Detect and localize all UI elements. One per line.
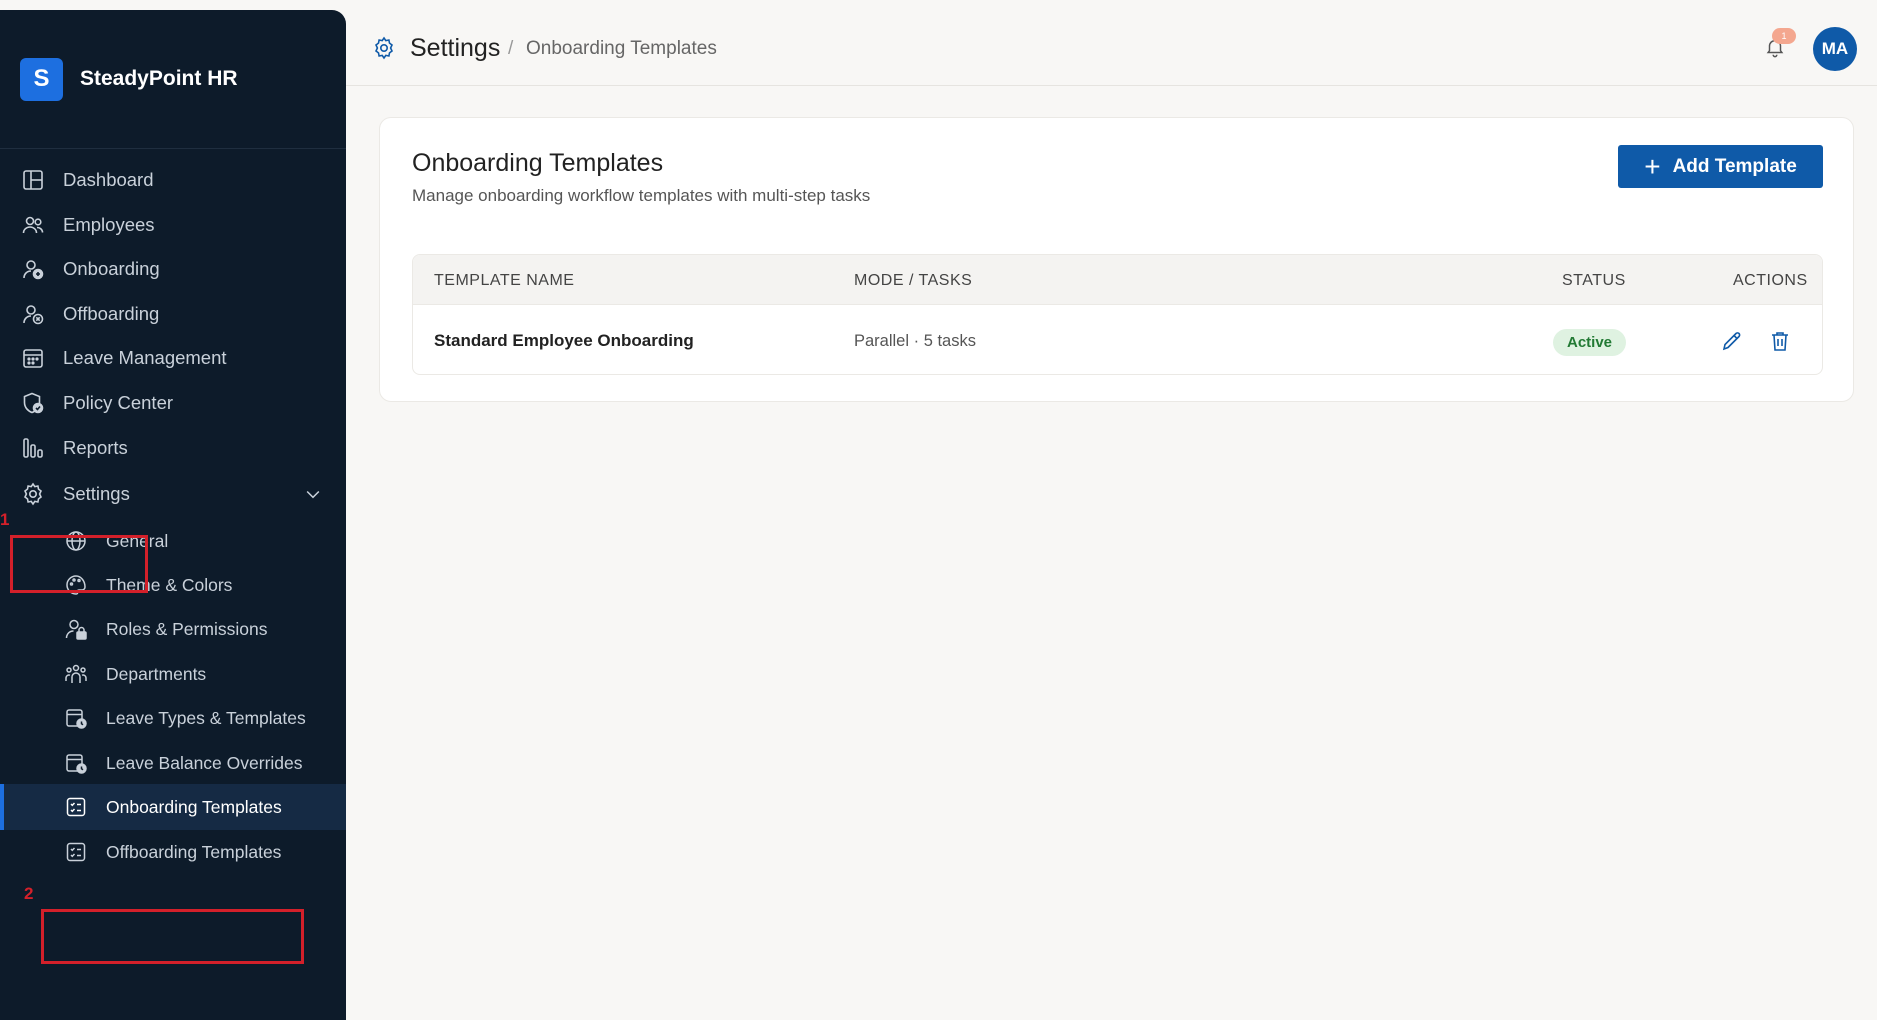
sidebar-subitem-departments[interactable]: Departments [0, 651, 346, 697]
annotation-box [41, 909, 304, 964]
shield-check-icon [21, 391, 45, 415]
sidebar-subitem-offboarding-templates[interactable]: Offboarding Templates [0, 829, 346, 875]
sidebar-item-label: Employees [63, 214, 155, 235]
sidebar-item-settings[interactable]: Settings [0, 471, 346, 517]
sidebar-item-employees[interactable]: Employees [0, 202, 346, 248]
sidebar-subitem-label: Offboarding Templates [106, 841, 282, 862]
edit-icon[interactable] [1720, 329, 1744, 353]
table-header: TEMPLATE NAME MODE / TASKS STATUS ACTION… [413, 255, 1822, 305]
status-badge: Active [1553, 329, 1626, 356]
gear-icon [372, 36, 396, 60]
checklist-icon [64, 840, 88, 864]
checklist-icon [64, 795, 88, 819]
sidebar-item-dashboard[interactable]: Dashboard [0, 157, 346, 203]
sidebar-item-label: Offboarding [63, 303, 160, 324]
sidebar-item-label: Leave Management [63, 347, 227, 368]
sidebar-item-label: Onboarding [63, 258, 160, 279]
sidebar-subitem-label: Departments [106, 663, 207, 684]
sidebar-item-reports[interactable]: Reports [0, 425, 346, 471]
annotation-number: 2 [24, 884, 34, 903]
sidebar-item-policy-center[interactable]: Policy Center [0, 380, 346, 426]
card-title: Onboarding Templates [412, 149, 664, 177]
sidebar-subitem-label: Leave Types & Templates [106, 707, 306, 728]
user-lock-icon [64, 617, 88, 641]
sidebar-subitem-label: Onboarding Templates [106, 796, 282, 817]
user-plus-icon [21, 257, 45, 281]
annotation-number: 1 [0, 510, 10, 529]
trash-icon[interactable] [1768, 329, 1792, 353]
sidebar-subitem-label: Roles & Permissions [106, 618, 268, 639]
dashboard-icon [21, 168, 45, 192]
sidebar-item-label: Reports [63, 437, 128, 458]
team-icon [64, 662, 88, 686]
add-template-button[interactable]: + Add Template [1618, 145, 1823, 188]
top-header: Settings / Onboarding Templates 1 MA [346, 0, 1877, 86]
brand-logo: S [20, 57, 63, 101]
sidebar-subitem-onboarding-templates[interactable]: Onboarding Templates [0, 784, 346, 830]
sidebar-item-label: Settings [63, 483, 130, 504]
template-mode-tasks: Parallel · 5 tasks [854, 332, 976, 350]
column-header-mode-tasks: MODE / TASKS [854, 272, 973, 289]
brand-name: SteadyPoint HR [80, 67, 238, 90]
column-header-actions: ACTIONS [1733, 272, 1808, 289]
annotation-box [10, 535, 148, 593]
page-title: Settings [410, 34, 501, 62]
templates-card: Onboarding Templates Manage onboarding w… [379, 117, 1854, 402]
notification-badge: 1 [1772, 28, 1796, 44]
sidebar-subitem-roles-permissions[interactable]: Roles & Permissions [0, 606, 346, 652]
brand[interactable]: S SteadyPoint HR [0, 10, 346, 149]
calendar-icon [21, 346, 45, 370]
add-template-label: Add Template [1672, 155, 1797, 177]
template-name[interactable]: Standard Employee Onboarding [434, 331, 694, 351]
gear-icon [21, 482, 45, 506]
active-indicator [0, 784, 4, 830]
templates-table: TEMPLATE NAME MODE / TASKS STATUS ACTION… [412, 254, 1823, 375]
column-header-template-name: TEMPLATE NAME [434, 272, 575, 289]
avatar[interactable]: MA [1813, 27, 1857, 71]
sidebar-item-onboarding[interactable]: Onboarding [0, 246, 346, 292]
calendar-clock-icon [64, 706, 88, 730]
user-x-icon [21, 302, 45, 326]
sidebar-item-leave-management[interactable]: Leave Management [0, 335, 346, 381]
plus-icon: + [1644, 150, 1661, 182]
sidebar-subitem-leave-types[interactable]: Leave Types & Templates [0, 695, 346, 741]
sidebar-subitem-label: Leave Balance Overrides [106, 752, 303, 773]
sidebar-item-label: Policy Center [63, 392, 174, 413]
breadcrumb: Onboarding Templates [526, 38, 717, 59]
sidebar: S SteadyPoint HR Dashboard Employees Onb… [0, 10, 346, 1020]
bar-chart-icon [21, 436, 45, 460]
sidebar-item-offboarding[interactable]: Offboarding [0, 291, 346, 337]
chevron-down-icon[interactable] [303, 484, 323, 504]
column-header-status: STATUS [1562, 272, 1626, 289]
card-subtitle: Manage onboarding workflow templates wit… [412, 186, 871, 205]
calendar-clock-icon [64, 751, 88, 775]
users-icon [21, 213, 45, 237]
breadcrumb-separator: / [508, 38, 514, 59]
sidebar-item-label: Dashboard [63, 169, 154, 190]
sidebar-subitem-leave-balance-overrides[interactable]: Leave Balance Overrides [0, 740, 346, 786]
